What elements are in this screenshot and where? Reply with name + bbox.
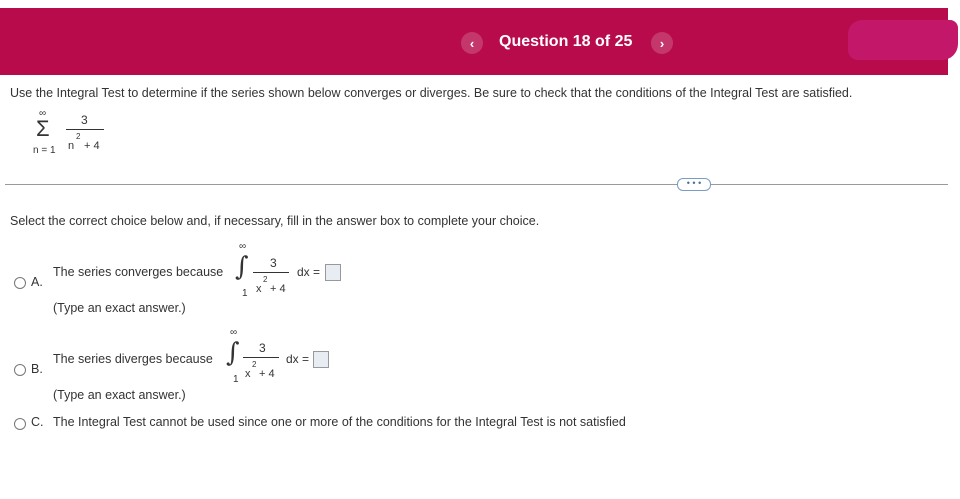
choice-a-lower-limit: 1 [242, 288, 248, 299]
more-options-button[interactable]: • • • [677, 178, 711, 191]
integral-sign-icon: ∫ [235, 252, 249, 282]
choice-b-dx: dx = [286, 352, 310, 366]
series-denominator-base: n [68, 140, 75, 152]
previous-question-button[interactable]: ‹ [461, 32, 483, 54]
choice-c-radio[interactable] [14, 418, 26, 430]
choice-a-numerator: 3 [270, 256, 277, 270]
series-denominator-rest: + 4 [84, 140, 100, 152]
series-fraction-bar [66, 129, 104, 130]
choice-b-den-rest: + 4 [259, 368, 275, 380]
question-counter: Question 18 of 25 [499, 33, 633, 50]
choice-b-radio[interactable] [14, 364, 26, 376]
choice-b-den-base: x [245, 368, 251, 380]
choice-a-text: The series converges because [53, 265, 224, 279]
section-divider [5, 184, 948, 185]
series-lower-limit: n = 1 [33, 145, 56, 156]
choice-a-den-base: x [256, 283, 262, 295]
choice-a-note: (Type an exact answer.) [53, 301, 186, 315]
choice-b-note: (Type an exact answer.) [53, 388, 186, 402]
choice-a-fraction-bar [253, 272, 289, 273]
choice-a-radio[interactable] [14, 277, 26, 289]
choice-a-den-exponent: 2 [263, 275, 268, 284]
choice-instruction: Select the correct choice below and, if … [10, 214, 540, 228]
choice-a-dx: dx = [297, 265, 321, 279]
choice-c-letter: C. [31, 415, 44, 429]
choice-b-fraction-bar [243, 357, 279, 358]
integral-sign-icon: ∫ [226, 338, 240, 368]
choice-b-lower-limit: 1 [233, 374, 239, 385]
choice-b-upper-limit: ∞ [230, 327, 238, 338]
next-question-button[interactable]: › [651, 32, 673, 54]
choice-b-answer-box[interactable] [313, 351, 329, 368]
choice-b-text: The series diverges because [53, 352, 213, 366]
header-decoration [848, 20, 958, 60]
choice-a-answer-box[interactable] [325, 264, 341, 281]
choice-c-text: The Integral Test cannot be used since o… [53, 415, 626, 429]
chevron-right-icon: › [659, 35, 665, 51]
series-denominator-exponent: 2 [76, 132, 81, 141]
choice-b-den-exponent: 2 [252, 360, 257, 369]
series-numerator: 3 [81, 113, 88, 127]
choice-a-upper-limit: ∞ [239, 241, 247, 252]
choice-b-numerator: 3 [259, 341, 266, 355]
choice-a-den-rest: + 4 [270, 283, 286, 295]
chevron-left-icon: ‹ [469, 35, 475, 51]
sigma-symbol: Σ [36, 116, 50, 141]
question-prompt: Use the Integral Test to determine if th… [10, 86, 853, 100]
choice-a-letter: A. [31, 275, 43, 289]
choice-b-letter: B. [31, 362, 43, 376]
